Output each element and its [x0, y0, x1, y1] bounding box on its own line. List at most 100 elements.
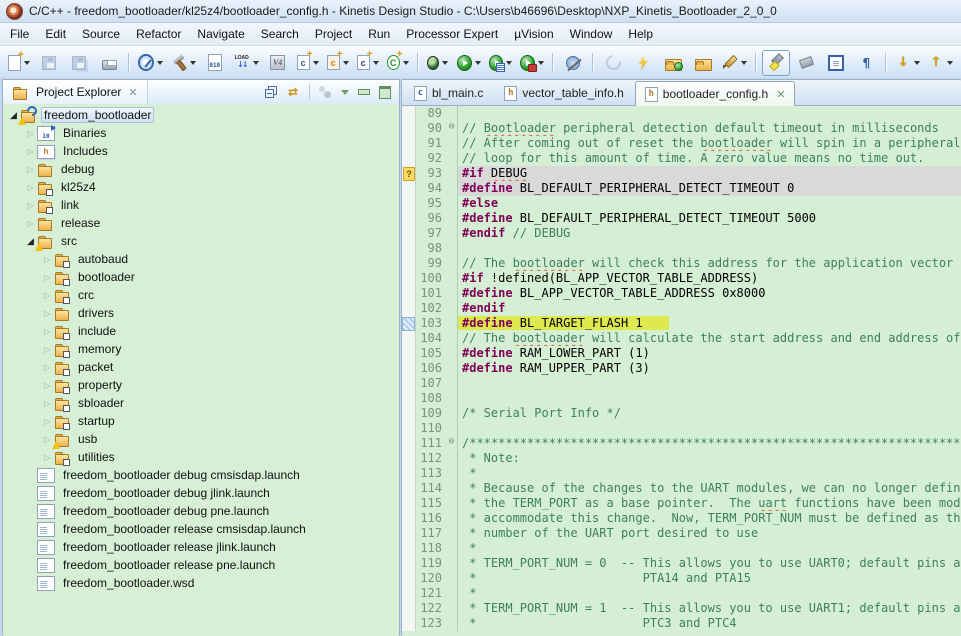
- code-line[interactable]: 103 #define BL_TARGET_FLASH 1: [402, 316, 961, 331]
- marker-bar[interactable]: [402, 376, 416, 391]
- debug-button[interactable]: [424, 50, 452, 76]
- marker-bar[interactable]: [402, 181, 416, 196]
- code-line[interactable]: 89: [402, 106, 961, 121]
- question-marker-icon[interactable]: ?: [403, 167, 415, 181]
- marker-bar[interactable]: [402, 271, 416, 286]
- code-line[interactable]: 110: [402, 421, 961, 436]
- marker-bar[interactable]: [402, 136, 416, 151]
- flash-load-button[interactable]: LOAD: [231, 50, 262, 76]
- uvision-button[interactable]: V4: [264, 50, 292, 76]
- dropdown-arrow-icon[interactable]: [252, 60, 259, 65]
- tree-item-freedom-bootloader-release-pne-launch[interactable]: freedom_bootloader release pne.launch: [3, 556, 399, 574]
- collapsed-arrow-icon[interactable]: ▷: [24, 165, 37, 174]
- dropdown-arrow-icon[interactable]: [402, 60, 409, 65]
- debug-compass-button[interactable]: [135, 50, 166, 76]
- marker-bar[interactable]: [402, 541, 416, 556]
- run-button[interactable]: [454, 50, 484, 76]
- code-line[interactable]: 112 * Note:: [402, 451, 961, 466]
- dropdown-arrow-icon[interactable]: [372, 60, 379, 65]
- collapsed-arrow-icon[interactable]: ▷: [41, 363, 54, 372]
- marker-bar[interactable]: [402, 106, 416, 121]
- code-line[interactable]: ? 93 #if DEBUG: [402, 166, 961, 181]
- code-line[interactable]: 121 *: [402, 586, 961, 601]
- marker-pen-button[interactable]: [719, 50, 750, 76]
- marker-bar[interactable]: [402, 346, 416, 361]
- marker-bar[interactable]: [402, 526, 416, 541]
- show-whitespace-button[interactable]: ¶: [852, 50, 880, 76]
- marker-bar[interactable]: [402, 616, 416, 631]
- menu-item-file[interactable]: File: [2, 24, 37, 44]
- tree-item-include[interactable]: ▷ include: [3, 322, 399, 340]
- dropdown-arrow-icon[interactable]: [189, 60, 196, 65]
- marker-bar[interactable]: [402, 151, 416, 166]
- marker-bar[interactable]: [402, 286, 416, 301]
- fold-marker-icon[interactable]: ⊖: [446, 436, 457, 451]
- tree-item-drivers[interactable]: ▷ drivers: [3, 304, 399, 322]
- occurrence-marker-icon[interactable]: [402, 317, 415, 331]
- new-c-file-button[interactable]: c: [294, 49, 322, 76]
- collapsed-arrow-icon[interactable]: ▷: [41, 381, 54, 390]
- dropdown-arrow-icon[interactable]: [741, 60, 748, 65]
- code-line[interactable]: 108: [402, 391, 961, 406]
- marker-bar[interactable]: [402, 451, 416, 466]
- flash-lightning-button[interactable]: [629, 50, 657, 76]
- close-view-icon[interactable]: ✕: [128, 86, 137, 99]
- code-line[interactable]: 114 * Because of the changes to the UART…: [402, 481, 961, 496]
- code-line[interactable]: 105 #define RAM_LOWER_PART (1): [402, 346, 961, 361]
- code-line[interactable]: 91 // After coming out of reset the bootl…: [402, 136, 961, 151]
- binary-file-button[interactable]: 010: [201, 50, 229, 76]
- tree-item-sbloader[interactable]: ▷ sbloader: [3, 394, 399, 412]
- minimize-icon[interactable]: [358, 89, 370, 95]
- code-line[interactable]: 117 * number of the UART port desired to…: [402, 526, 961, 541]
- collapsed-arrow-icon[interactable]: ▷: [41, 327, 54, 336]
- fold-marker-icon[interactable]: ⊖: [446, 121, 457, 136]
- marker-bar[interactable]: [402, 361, 416, 376]
- code-line[interactable]: 99 // The bootloader will check this addr…: [402, 256, 961, 271]
- new-wizard-button[interactable]: [5, 49, 33, 76]
- view-menu-icon[interactable]: [341, 89, 349, 95]
- code-line[interactable]: 122 * TERM_PORT_NUM = 1 -- This allows y…: [402, 601, 961, 616]
- code-line[interactable]: 115 * the TERM_PORT as a base pointer. T…: [402, 496, 961, 511]
- menu-item-processor-expert[interactable]: Processor Expert: [398, 24, 506, 44]
- marker-bar[interactable]: [402, 226, 416, 241]
- marker-bar[interactable]: [402, 316, 416, 331]
- tree-item-autobaud[interactable]: ▷ autobaud: [3, 250, 399, 268]
- tree-item-utilities[interactable]: ▷ utilities: [3, 448, 399, 466]
- code-line[interactable]: 111 ⊖ /***********************************…: [402, 436, 961, 451]
- maximize-icon[interactable]: [379, 85, 391, 99]
- dropdown-arrow-icon[interactable]: [312, 60, 319, 65]
- next-annotation-button[interactable]: ↓: [892, 50, 923, 76]
- new-cpp-project-button[interactable]: C: [384, 49, 412, 76]
- menu-item-run[interactable]: Run: [360, 24, 398, 44]
- tab-vector-table-info-h[interactable]: h vector_table_info.h: [494, 80, 633, 105]
- link-with-editor-icon[interactable]: ⇄: [286, 85, 300, 99]
- dropdown-arrow-icon[interactable]: [474, 60, 481, 65]
- print-button[interactable]: [95, 50, 123, 76]
- code-line[interactable]: 96 #define BL_DEFAULT_PERIPHERAL_DETECT_T…: [402, 211, 961, 226]
- code-line[interactable]: 116 * accommodate this change. Now, TERM…: [402, 511, 961, 526]
- code-line[interactable]: 123 * PTC3 and PTC4: [402, 616, 961, 631]
- code-line[interactable]: 104 // The bootloader will calculate the …: [402, 331, 961, 346]
- marker-bar[interactable]: ?: [402, 166, 416, 181]
- highlight-button[interactable]: [762, 49, 791, 76]
- tree-item-freedom-bootloader-debug-cmsisdap-launch[interactable]: freedom_bootloader debug cmsisdap.launch: [3, 466, 399, 484]
- skip-all-breakpoints-button[interactable]: [559, 50, 587, 76]
- collapse-all-icon[interactable]: [265, 86, 277, 98]
- collapsed-arrow-icon[interactable]: ▷: [41, 345, 54, 354]
- editor-content[interactable]: 89 90 ⊖// Bootloader peripheral detection …: [402, 106, 961, 636]
- marker-bar[interactable]: [402, 481, 416, 496]
- previous-annotation-button[interactable]: ↑: [925, 50, 956, 76]
- collapsed-arrow-icon[interactable]: ▷: [41, 291, 54, 300]
- tree-item-kl25z4[interactable]: ▷ kl25z4: [3, 178, 399, 196]
- new-cpp-file-button[interactable]: c: [324, 49, 352, 76]
- dropdown-arrow-icon[interactable]: [156, 60, 163, 65]
- collapsed-arrow-icon[interactable]: ▷: [24, 183, 37, 192]
- marker-bar[interactable]: [402, 586, 416, 601]
- tree-item-packet[interactable]: ▷ packet: [3, 358, 399, 376]
- project-explorer-tab[interactable]: Project Explorer ✕: [3, 80, 148, 104]
- tree-item-includes[interactable]: ▷ h Includes: [3, 142, 399, 160]
- dropdown-arrow-icon[interactable]: [442, 60, 449, 65]
- tab-bootloader-config-h[interactable]: h bootloader_config.h ✕: [634, 81, 796, 106]
- collapsed-arrow-icon[interactable]: ▷: [24, 219, 37, 228]
- collapsed-arrow-icon[interactable]: ▷: [41, 417, 54, 426]
